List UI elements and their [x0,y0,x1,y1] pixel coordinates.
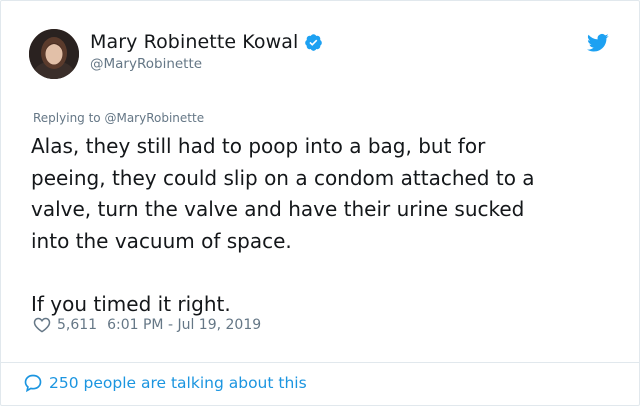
author-handle[interactable]: @MaryRobinette [90,56,202,72]
replying-to: Replying to @MaryRobinette [33,111,204,125]
avatar[interactable] [29,29,79,79]
tweet-card: Mary Robinette Kowal @MaryRobinette Repl… [0,0,640,406]
replying-to-prefix: Replying to [33,111,105,125]
tweet-text: Alas, they still had to poop into a bag,… [31,134,535,316]
replying-to-mention[interactable]: @MaryRobinette [104,111,204,125]
tweet-meta: 5,611 6:01 PM - Jul 19, 2019 [33,316,261,333]
author-name[interactable]: Mary Robinette Kowal [90,31,298,53]
heart-icon[interactable] [33,316,51,333]
verified-badge-icon [305,33,323,51]
speech-bubble-icon [24,374,42,393]
like-count[interactable]: 5,611 [57,317,97,333]
twitter-bird-icon[interactable] [587,33,609,53]
divider [1,362,639,363]
timestamp[interactable]: 6:01 PM - Jul 19, 2019 [107,317,261,333]
talking-about-text[interactable]: 250 people are talking about this [49,374,307,392]
talking-about-link[interactable]: 250 people are talking about this [23,373,307,393]
author-name-row: Mary Robinette Kowal [90,31,323,53]
